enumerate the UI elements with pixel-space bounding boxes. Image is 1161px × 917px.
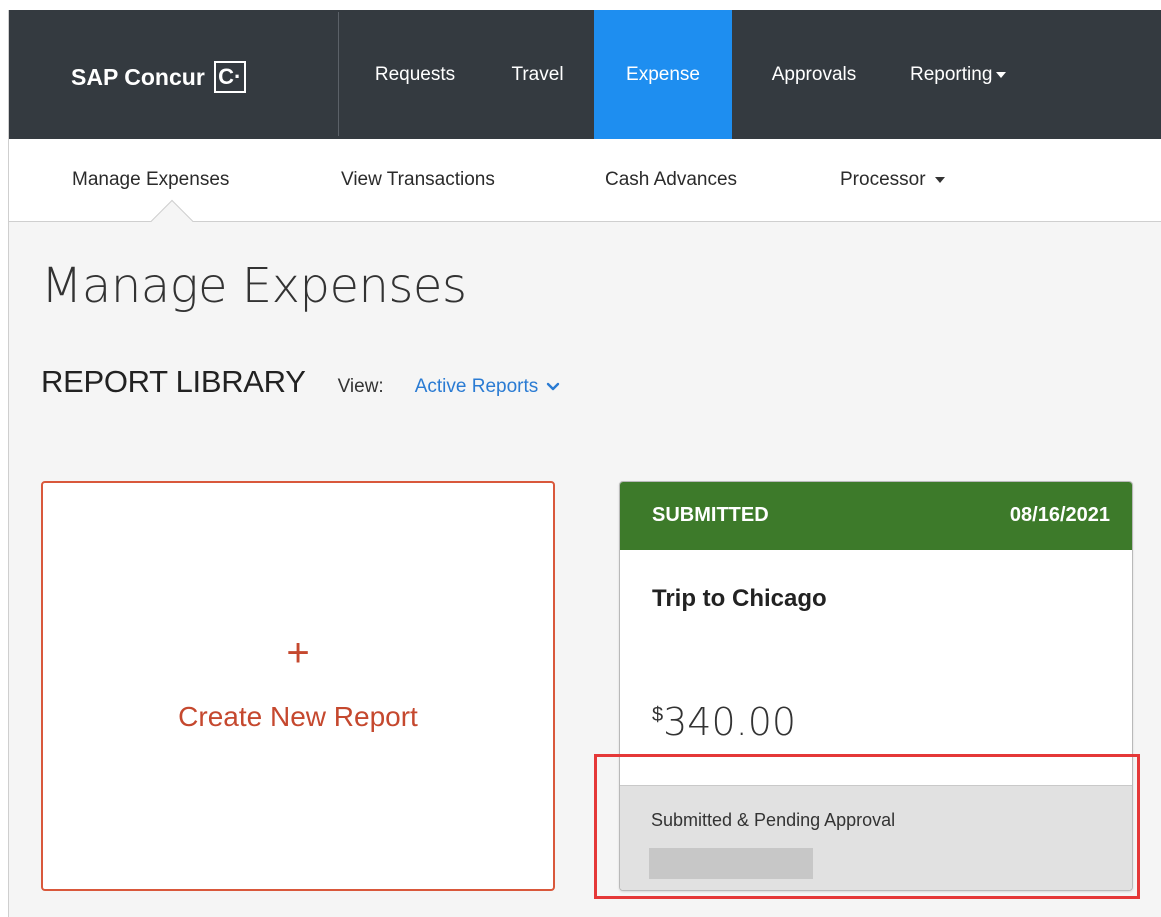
currency-symbol: $ bbox=[652, 704, 664, 726]
nav-requests[interactable]: Requests bbox=[349, 10, 481, 139]
nav-reporting-label: Reporting bbox=[910, 63, 993, 85]
subnav-cash-advances[interactable]: Cash Advances bbox=[605, 169, 737, 191]
page-title: Manage Expenses bbox=[41, 258, 467, 314]
report-card-header: SUBMITTED 08/16/2021 bbox=[620, 482, 1132, 550]
report-name: Trip to Chicago bbox=[652, 585, 827, 612]
chevron-down-icon bbox=[547, 382, 560, 391]
subnav-view-transactions[interactable]: View Transactions bbox=[341, 169, 495, 191]
subnav-cash-advances-label: Cash Advances bbox=[605, 169, 738, 190]
report-amount: $340.00 bbox=[652, 700, 796, 744]
nav-reporting[interactable]: Reporting bbox=[896, 10, 1048, 139]
report-card[interactable]: SUBMITTED 08/16/2021 Trip to Chicago $34… bbox=[619, 481, 1133, 891]
main-menu: Requests Travel Expense Approvals Report… bbox=[349, 10, 1048, 139]
approval-status-text: Submitted & Pending Approval bbox=[651, 810, 896, 830]
topbar-divider bbox=[338, 12, 339, 136]
subnav-processor[interactable]: Processor bbox=[840, 169, 945, 191]
nav-travel-label: Travel bbox=[511, 63, 564, 85]
sap-concur-logo[interactable]: SAP Concur C· bbox=[71, 59, 246, 95]
concur-logo-icon: C· bbox=[213, 61, 246, 93]
nav-requests-label: Requests bbox=[374, 63, 456, 85]
subnav-manage-expenses-label: Manage Expenses bbox=[72, 169, 230, 190]
redacted-approver-block bbox=[649, 848, 813, 879]
report-library-header: REPORT LIBRARY View: Active Reports bbox=[41, 364, 560, 400]
nav-travel[interactable]: Travel bbox=[481, 10, 594, 139]
report-date: 08/16/2021 bbox=[1009, 504, 1110, 526]
create-new-report-label: Create New Report bbox=[178, 701, 418, 732]
caret-down-icon bbox=[934, 176, 945, 183]
nav-expense-label: Expense bbox=[626, 63, 700, 85]
nav-expense[interactable]: Expense bbox=[594, 10, 732, 139]
amount-value: 340.00 bbox=[663, 700, 797, 744]
caret-down-icon bbox=[996, 71, 1007, 78]
subnav-view-transactions-label: View Transactions bbox=[341, 169, 495, 190]
nav-approvals-label: Approvals bbox=[771, 63, 857, 85]
subnav-manage-expenses[interactable]: Manage Expenses bbox=[72, 169, 229, 191]
plus-icon: + bbox=[286, 631, 310, 675]
app-window: SAP Concur C· Requests Travel Expense Ap… bbox=[8, 10, 1161, 917]
create-new-report-card[interactable]: + Create New Report bbox=[41, 481, 555, 891]
nav-approvals[interactable]: Approvals bbox=[732, 10, 896, 139]
report-status-label: SUBMITTED bbox=[652, 504, 769, 526]
subnav-processor-label: Processor bbox=[840, 169, 926, 190]
view-label: View: bbox=[337, 376, 384, 397]
brand-name: SAP Concur bbox=[71, 63, 205, 90]
top-navigation-bar: SAP Concur C· Requests Travel Expense Ap… bbox=[9, 10, 1161, 139]
report-card-footer: Submitted & Pending Approval bbox=[620, 785, 1132, 890]
report-library-title: REPORT LIBRARY bbox=[41, 364, 306, 399]
view-filter-value: Active Reports bbox=[414, 376, 539, 397]
view-filter-dropdown[interactable]: Active Reports bbox=[415, 376, 561, 398]
